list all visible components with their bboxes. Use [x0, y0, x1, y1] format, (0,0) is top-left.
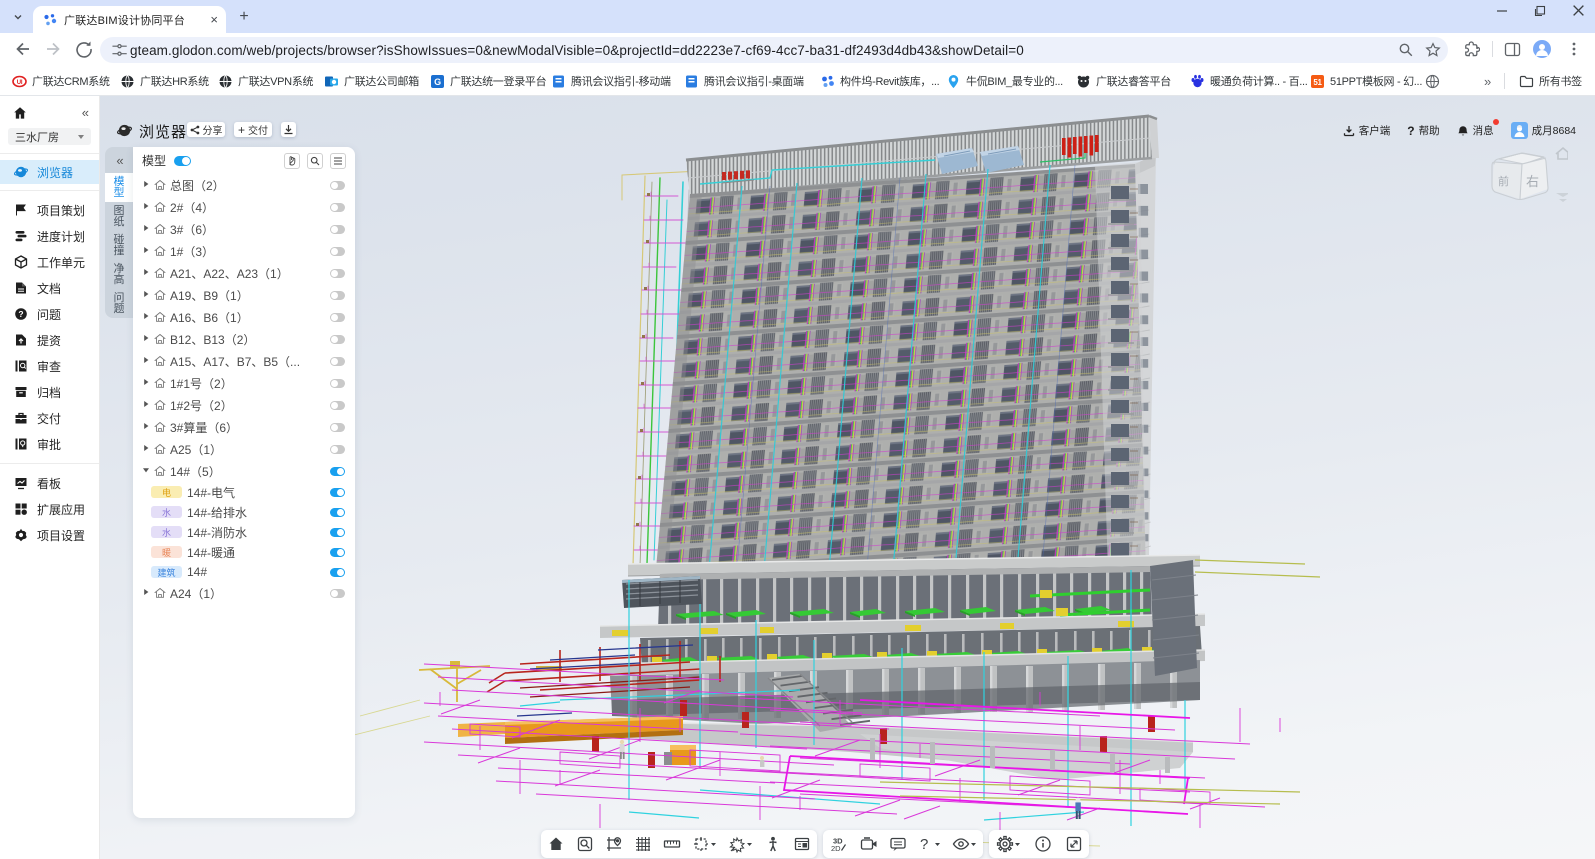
svg-text:?: ?	[18, 309, 23, 319]
svg-text:右: 右	[1526, 174, 1539, 189]
svg-text:2D: 2D	[831, 844, 841, 853]
svg-text:51: 51	[1313, 78, 1322, 87]
svg-text:G: G	[434, 77, 441, 87]
svg-text:前: 前	[1498, 174, 1509, 188]
svg-text:?: ?	[920, 836, 928, 853]
svg-text:UI: UI	[17, 80, 23, 86]
